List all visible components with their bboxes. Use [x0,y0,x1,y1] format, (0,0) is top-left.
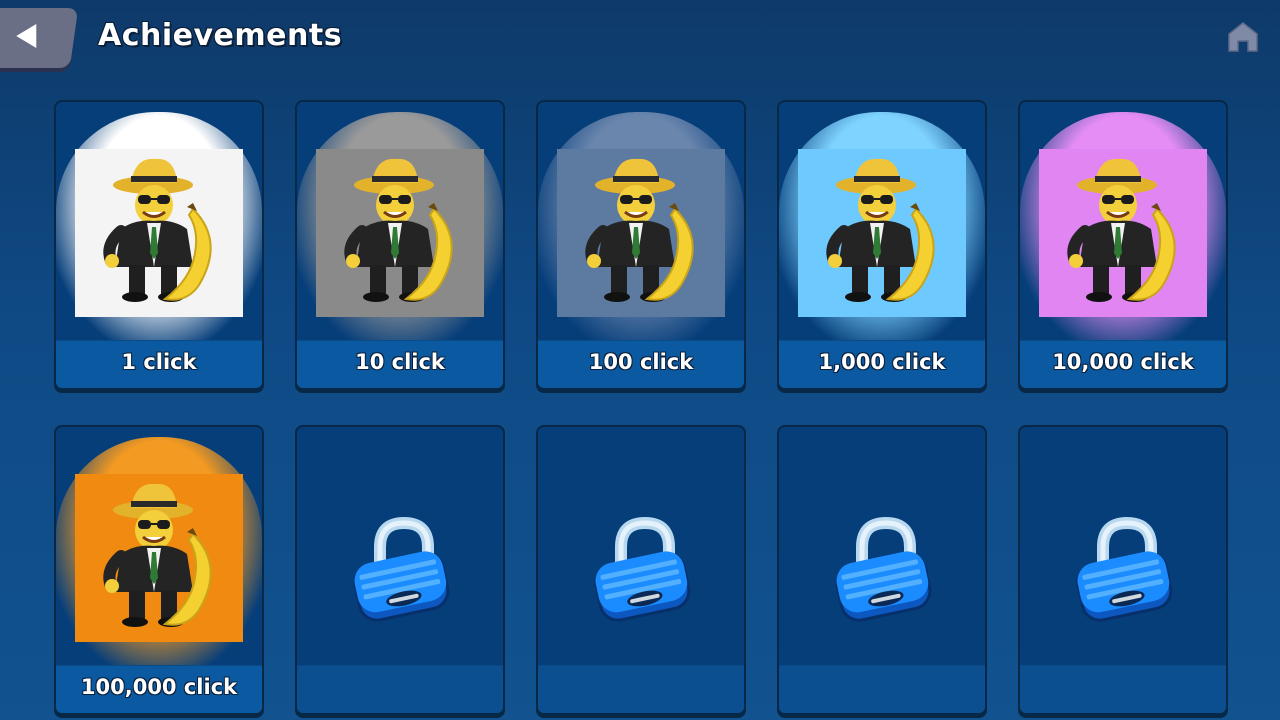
achievement-label-bar [538,665,744,713]
home-icon[interactable] [1226,20,1260,54]
achievement-label-bar [297,665,503,713]
achievement-card[interactable]: 10,000 click [1018,100,1228,390]
achievement-card[interactable]: 1 click [54,100,264,390]
achievement-card-locked[interactable] [536,425,746,715]
achievement-card[interactable]: 100,000 click [54,425,264,715]
top-bar: Achievements [0,0,1280,80]
achievement-card-locked[interactable] [1018,425,1228,715]
banana-mascot-image [798,149,966,317]
achievement-label: 1 click [121,350,197,374]
back-arrow-icon [16,24,37,48]
banana-mascot-image [75,149,243,317]
achievement-card[interactable]: 1,000 click [777,100,987,390]
achievement-label: 100 click [588,350,694,374]
achievements-grid: 1 click 10 click 100 click 1,000 click 1… [54,100,1228,720]
achievement-label-bar [1020,665,1226,713]
padlock-icon [1065,513,1181,629]
achievement-label: 10 click [355,350,445,374]
page-title: Achievements [98,18,343,53]
padlock-icon [583,513,699,629]
achievement-card-locked[interactable] [295,425,505,715]
back-button[interactable] [0,8,79,68]
banana-mascot-image [1039,149,1207,317]
achievement-label: 1,000 click [818,350,946,374]
achievement-card[interactable]: 10 click [295,100,505,390]
achievement-label-bar [779,665,985,713]
achievement-label: 10,000 click [1052,350,1194,374]
achievement-card-locked[interactable] [777,425,987,715]
banana-mascot-image [316,149,484,317]
achievement-card[interactable]: 100 click [536,100,746,390]
banana-mascot-image [557,149,725,317]
padlock-icon [824,513,940,629]
achievement-label: 100,000 click [80,675,238,699]
banana-mascot-image [75,474,243,642]
padlock-icon [342,513,458,629]
